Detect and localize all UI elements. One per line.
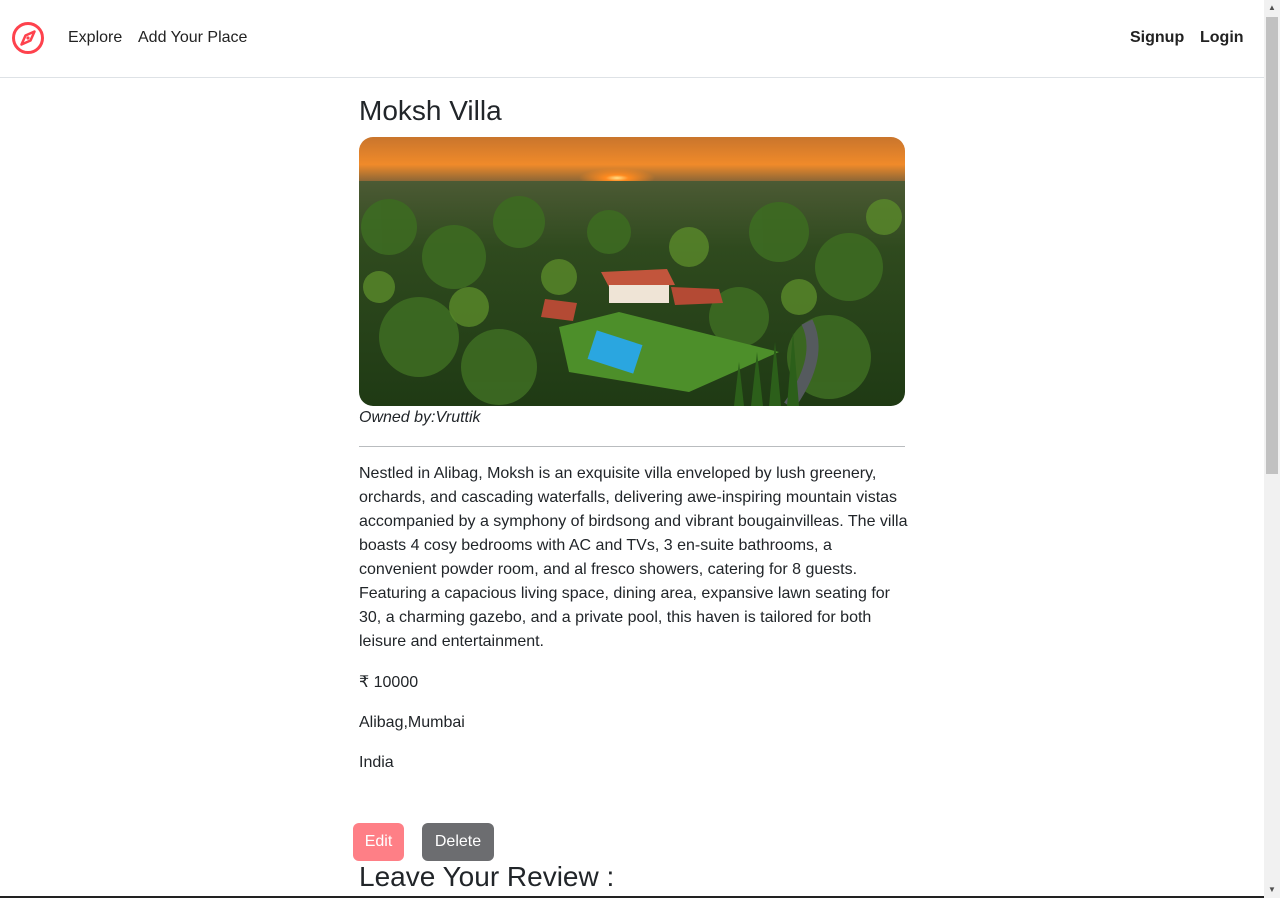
compass-icon[interactable] [11, 21, 45, 55]
scroll-up-icon[interactable]: ▲ [1264, 0, 1280, 16]
listing-country: India [359, 754, 394, 771]
listing-location: Alibag,Mumbai [359, 714, 465, 731]
navbar: Explore Add Your Place Signup Login [0, 0, 1264, 78]
listing-image [359, 137, 905, 406]
listing-description: Nestled in Alibag, Moksh is an exquisite… [359, 465, 908, 650]
nav-login-link[interactable]: Login [1200, 29, 1244, 47]
nav-explore-link[interactable]: Explore [68, 29, 122, 47]
scroll-down-icon[interactable]: ▼ [1264, 882, 1280, 898]
listing-title: Moksh Villa [359, 95, 502, 126]
review-heading: Leave Your Review : [359, 861, 615, 892]
divider [359, 446, 905, 447]
listing-owner: Owned by:Vruttik [359, 409, 481, 426]
delete-button[interactable]: Delete [422, 823, 494, 861]
edit-button[interactable]: Edit [353, 823, 404, 861]
nav-signup-link[interactable]: Signup [1130, 29, 1184, 47]
nav-add-place-link[interactable]: Add Your Place [138, 29, 247, 47]
scroll-thumb[interactable] [1266, 17, 1278, 474]
listing-price: ₹ 10000 [359, 674, 419, 691]
scrollbar[interactable]: ▲ ▼ [1264, 0, 1280, 898]
